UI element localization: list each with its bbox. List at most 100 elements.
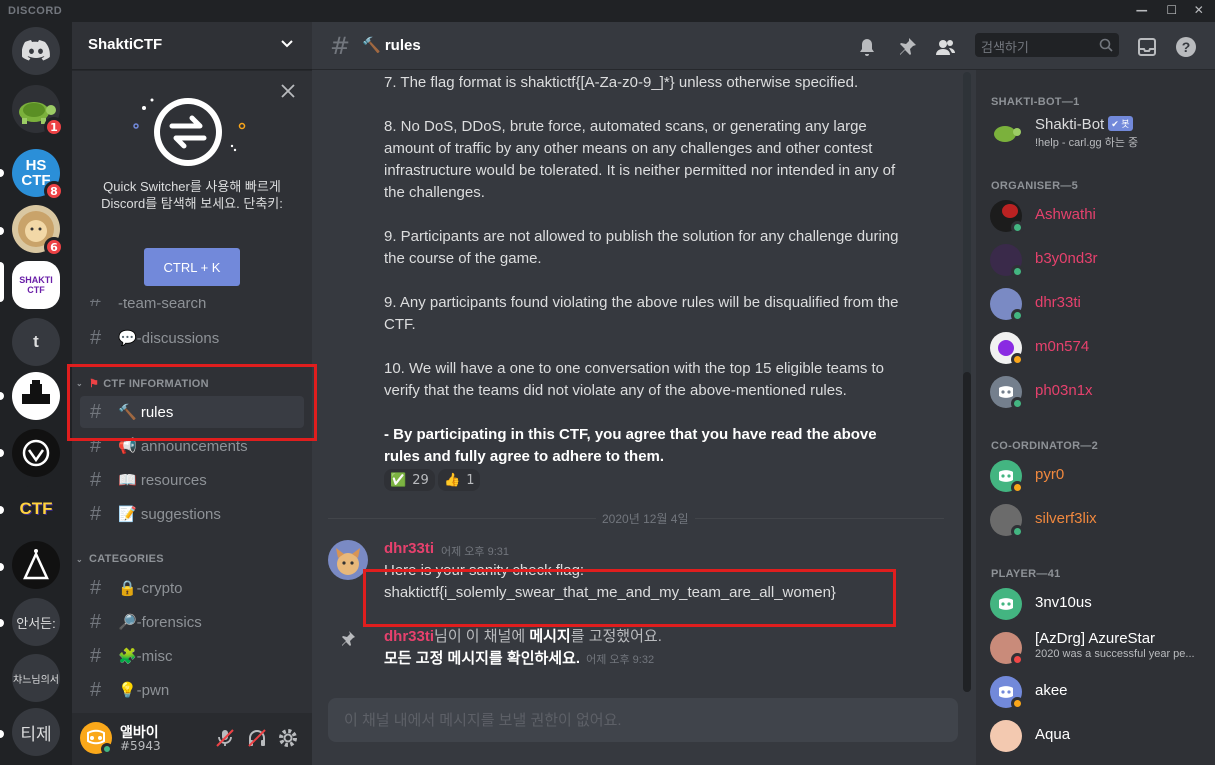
bell-icon[interactable]	[856, 36, 878, 58]
channel-crypto[interactable]: # 🔒-crypto	[80, 572, 304, 604]
pin-author[interactable]: dhr33ti	[384, 628, 434, 645]
minimize-button[interactable]: —	[1135, 3, 1149, 17]
fox-avatar-icon	[336, 548, 360, 575]
member-3nv10us[interactable]: 3nv10us	[990, 584, 1210, 624]
reaction-check[interactable]: ✅ 29	[384, 469, 435, 491]
member-category-bot: SHAKTI-BOT—1	[991, 96, 1080, 108]
gear-icon[interactable]	[277, 727, 299, 749]
member-azurestar[interactable]: [AzDrg] AzureStar 2020 was a successful …	[990, 628, 1210, 668]
flag-icon: ⚑	[89, 378, 100, 390]
headphones-muted-icon[interactable]	[246, 727, 268, 749]
member-dhr33ti[interactable]: dhr33ti	[990, 284, 1210, 324]
mic-muted-icon[interactable]	[214, 727, 236, 749]
member-name: 3nv10us	[1035, 594, 1092, 611]
channel-rules[interactable]: # 🔨 rules	[80, 396, 304, 428]
server-rail: 1 HS CTF 8 6 SHAKTI CTF t CTF 안서든: 챠느님의서…	[0, 22, 72, 765]
server-castle[interactable]	[12, 372, 60, 420]
rule-7: 7. The flag format is shaktictf{[A-Za-z0…	[384, 74, 859, 91]
reaction-count: 29	[412, 472, 429, 488]
server-shield[interactable]	[12, 429, 60, 477]
pin-icon[interactable]	[896, 36, 918, 58]
channel-label: 🔎-forensics	[118, 614, 202, 631]
member-category-organiser: ORGANISER—5	[991, 180, 1079, 192]
search-input[interactable]: 검색하기	[975, 33, 1119, 57]
discord-logo-icon	[999, 598, 1013, 610]
rules-final: - By participating in this CTF, you agre…	[384, 426, 877, 465]
channel-forensics[interactable]: # 🔎-forensics	[80, 606, 304, 638]
view-pins-link[interactable]: 모든 고정 메시지를 확인하세요.	[384, 650, 580, 667]
member-shakti-bot[interactable]: Shakti-Bot ✔ 봇 !help - carl.gg 하는 중	[990, 112, 1210, 152]
member-name: Aqua	[1035, 726, 1071, 743]
server-korean-1[interactable]: 안서든:	[12, 598, 60, 646]
server-label: CTF	[19, 499, 53, 518]
category-ctf-information[interactable]: ⌄ ⚑ CTF INFORMATION	[76, 377, 209, 391]
unread-pill	[0, 169, 4, 177]
channel-resources[interactable]: # 📖 resources	[80, 464, 304, 496]
search-icon	[1099, 38, 1113, 52]
member-m0n574[interactable]: m0n574	[990, 328, 1210, 368]
status-idle-icon	[1011, 353, 1024, 366]
channel-suggestions[interactable]: # 📝 suggestions	[80, 498, 304, 530]
rule-8: 8. No DoS, DDoS, brute force, automated …	[384, 118, 896, 201]
avatar[interactable]	[328, 540, 368, 580]
member-ashwathi[interactable]: Ashwathi	[990, 196, 1210, 236]
avatar	[990, 720, 1022, 752]
unread-pill	[0, 227, 4, 235]
hash-icon: #	[90, 678, 102, 701]
server-label: t	[33, 332, 39, 351]
channel-announcements[interactable]: # 📢 announcements	[80, 430, 304, 462]
server-t[interactable]: t	[12, 318, 60, 366]
members-icon[interactable]	[934, 36, 956, 58]
member-silverf3lix[interactable]: silverf3lix	[990, 500, 1210, 540]
scrollbar[interactable]	[963, 72, 971, 692]
ctrl-k-button[interactable]: CTRL + K	[144, 248, 240, 286]
server-lion[interactable]: 6	[12, 205, 64, 257]
member-name: dhr33ti	[1035, 294, 1081, 311]
help-icon[interactable]: ?	[1175, 36, 1197, 58]
member-aqua[interactable]: Aqua	[990, 716, 1210, 756]
server-hsctf[interactable]: HS CTF 8	[12, 149, 64, 201]
close-icon[interactable]	[280, 83, 296, 99]
server-label: SHAKTI CTF	[19, 275, 53, 295]
member-name: akee	[1035, 682, 1068, 699]
category-categories[interactable]: ⌄ CATEGORIES	[76, 553, 164, 565]
castle-icon	[22, 380, 50, 404]
member-pyr0[interactable]: pyr0	[990, 456, 1210, 496]
scrollbar-thumb[interactable]	[963, 372, 971, 692]
channel-header: # 🔨 rules 검색하기 ?	[312, 22, 1215, 70]
server-korean-3[interactable]: 티제	[12, 708, 60, 756]
channel-misc[interactable]: # 🧩-misc	[80, 640, 304, 672]
guild-header[interactable]: ShaktiCTF	[72, 22, 312, 70]
hash-icon: #	[90, 326, 102, 349]
unread-pill	[0, 392, 4, 400]
member-b3y0nd3r[interactable]: b3y0nd3r	[990, 240, 1210, 280]
server-turtle[interactable]: 1	[12, 85, 64, 137]
pin-link-row: 모든 고정 메시지를 확인하세요. 어제 오후 9:32	[384, 648, 944, 671]
channel-title: 🔨 rules	[362, 37, 421, 54]
close-window-button[interactable]: ✕	[1192, 3, 1206, 17]
member-akee[interactable]: akee	[990, 672, 1210, 712]
status-idle-icon	[1011, 481, 1024, 494]
app-brand: DISCORD	[8, 5, 63, 17]
message-input-disabled: 이 채널 내에서 메시지를 보낼 권한이 없어요.	[328, 698, 958, 742]
search-placeholder: 검색하기	[981, 40, 1029, 55]
channel-discussions[interactable]: # 💬-discussions	[80, 322, 304, 354]
category-label: CTF INFORMATION	[103, 377, 209, 390]
avatar[interactable]	[80, 722, 113, 755]
rule-9a: 9. Participants are not allowed to publi…	[384, 228, 899, 267]
server-triangle[interactable]	[12, 541, 60, 589]
server-korean-2[interactable]: 챠느님의서	[12, 654, 60, 702]
inbox-icon[interactable]	[1136, 36, 1158, 58]
maximize-button[interactable]: ☐	[1165, 3, 1179, 17]
reaction-count: 1	[466, 472, 475, 488]
reaction-thumbsup[interactable]: 👍 1	[438, 469, 481, 491]
server-shaktictf[interactable]: SHAKTI CTF	[12, 261, 60, 309]
channel-label: 🧩-misc	[118, 648, 173, 665]
unread-pill	[0, 449, 4, 457]
server-ctf[interactable]: CTF	[12, 485, 60, 533]
member-ph03n1x[interactable]: ph03n1x	[990, 372, 1210, 412]
home-button[interactable]	[12, 27, 60, 75]
message-author[interactable]: dhr33ti	[384, 540, 434, 557]
channel-pwn[interactable]: # 💡-pwn	[80, 674, 304, 706]
pin-notice: dhr33ti님이 이 채널에 메시지를 고정했어요.	[384, 626, 944, 648]
